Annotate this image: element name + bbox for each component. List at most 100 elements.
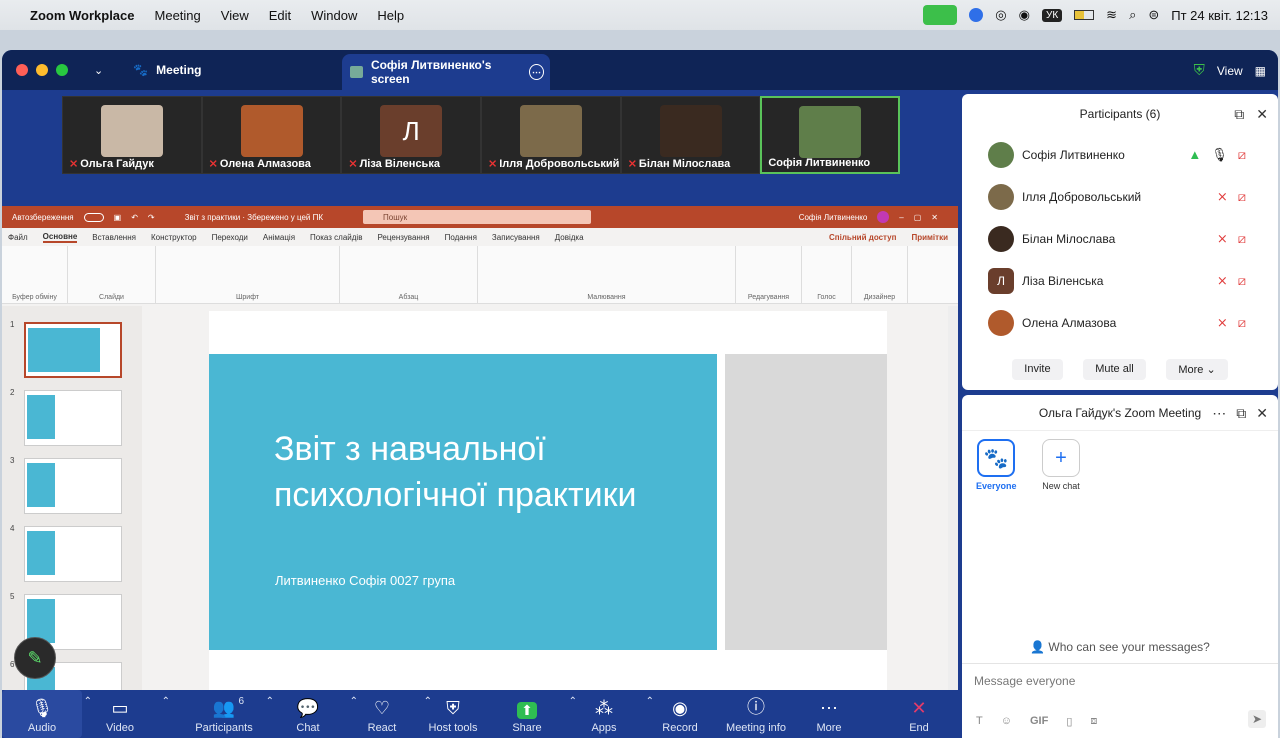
menu-edit[interactable]: Edit: [269, 8, 291, 23]
ppt-tab: Переходи: [211, 232, 248, 242]
emoji-icon[interactable]: ☺: [1001, 715, 1012, 728]
toolbar-label: Apps: [591, 722, 617, 734]
ribbon-group-label: Редагування: [747, 294, 790, 301]
annotate-pencil-icon[interactable]: ✎: [14, 637, 56, 679]
ppt-tab: Конструктор: [150, 232, 197, 242]
toolbar-label: Host tools: [428, 722, 478, 734]
format-text-icon[interactable]: T: [976, 715, 983, 728]
messenger-icon[interactable]: ◉: [1019, 7, 1030, 23]
view-button[interactable]: View: [1217, 64, 1243, 78]
menu-help[interactable]: Help: [377, 8, 404, 23]
ribbon-group: Буфер обміну: [2, 246, 68, 303]
send-icon[interactable]: ➤: [1247, 710, 1266, 728]
react-icon: ♡: [373, 698, 391, 718]
end-icon: ✕: [911, 698, 927, 718]
toolbar-end-button[interactable]: ✕ End: [879, 690, 959, 738]
toolbar-apps-button[interactable]: ⁂ Apps ⌃: [564, 690, 654, 738]
slide-thumbnail: [24, 458, 122, 514]
ribbon-group-label: Абзац: [398, 294, 419, 301]
menu-meeting[interactable]: Meeting: [155, 8, 201, 23]
participant-row[interactable]: Софія Литвиненко ▲ 🎙 ⧄: [962, 134, 1278, 176]
language-indicator[interactable]: УК: [1041, 8, 1063, 22]
video-thumbnail[interactable]: ⨯ Ольга Гайдук: [62, 96, 202, 174]
slide-thumbnail-art: [28, 328, 100, 372]
meeting-info-icon: ⓘ: [747, 697, 765, 717]
participant-row[interactable]: Л Ліза Віленська ⨯ ⧄: [962, 260, 1278, 302]
toolbar-chat-button[interactable]: 💬 Chat ⌃: [268, 690, 358, 738]
participant-row[interactable]: Ілля Добровольський ⨯ ⧄: [962, 176, 1278, 218]
toolbar-more-button[interactable]: ⋯ More: [789, 690, 869, 738]
tab-meeting[interactable]: 🐾 Meeting: [133, 63, 201, 77]
minimize-window-button[interactable]: [36, 64, 48, 76]
security-shield-icon[interactable]: ⛨: [1194, 62, 1205, 79]
more-options-icon[interactable]: ⋯: [529, 64, 544, 80]
zoom-paw-icon: 🐾: [133, 63, 149, 77]
file-icon[interactable]: ▯: [1066, 715, 1072, 728]
gif-icon[interactable]: GIF: [1030, 715, 1048, 728]
toolbar-record-button[interactable]: ◉ Record: [640, 690, 720, 738]
tab-shared-screen[interactable]: Софія Литвиненко's screen ⋯: [342, 54, 550, 90]
control-center-icon[interactable]: ⊜: [1148, 7, 1159, 23]
chat-panel: Ольга Гайдук's Zoom Meeting ⋯ ⧉ ✕ 🐾 Everyo…: [962, 395, 1278, 738]
video-thumbnail[interactable]: ⨯ Олена Алмазова: [201, 96, 342, 174]
chevron-up-icon[interactable]: ⌃: [162, 696, 170, 707]
more-options-icon[interactable]: ⋯: [1212, 405, 1226, 422]
message-input[interactable]: Message everyone T ☺ GIF ▯ ⧈ ➤: [962, 663, 1278, 738]
ribbon-group-label: Шрифт: [235, 294, 260, 301]
menu-view[interactable]: View: [221, 8, 249, 23]
participant-name-tag: ⨯ Білан Мілослава: [628, 157, 731, 170]
zoom-titlebar: ⌄ 🐾 Meeting Софія Литвиненко's screen ⋯ …: [2, 50, 1278, 90]
toolbar-react-button[interactable]: ♡ React ⌃: [342, 690, 432, 738]
toolbar-video-button[interactable]: ▭ Video ⌃: [80, 690, 170, 738]
toolbar-participants-button[interactable]: 👥 Participants 6 ⌃: [184, 690, 274, 738]
close-icon[interactable]: ✕: [1256, 405, 1268, 422]
app-name[interactable]: Zoom Workplace: [30, 8, 135, 23]
video-thumbnail[interactable]: Л ⨯ Ліза Віленська: [341, 96, 482, 174]
ppt-tab: Файл: [8, 232, 28, 242]
ppt-autosave: Автозбереження: [12, 212, 74, 222]
toolbar-host-tools-button[interactable]: ⛨ Host tools: [413, 690, 493, 738]
toolbar-share-button[interactable]: ⬆ Share ⌃: [487, 690, 577, 738]
video-thumbnail[interactable]: ⨯ Білан Мілослава: [620, 96, 761, 174]
screenshot-icon[interactable]: ⧈: [1090, 715, 1097, 728]
video-thumbnail[interactable]: ⨯ Ілля Добровольський: [481, 96, 621, 174]
slide-number: 5: [10, 592, 15, 601]
search-icon[interactable]: ⌕: [1129, 7, 1136, 23]
apps-icon: ⁂: [595, 698, 613, 718]
who-can-see-link[interactable]: 👤 Who can see your messages?: [962, 640, 1278, 654]
chevron-down-icon[interactable]: ⌄: [94, 64, 103, 77]
chat-tab-everyone[interactable]: 🐾 Everyone: [976, 439, 1017, 491]
viber-icon[interactable]: ◎: [995, 7, 1006, 23]
invite-button[interactable]: Invite: [1012, 359, 1063, 380]
menu-window[interactable]: Window: [311, 8, 357, 23]
toolbar-audio-button[interactable]: 🎙 Audio ⌃: [2, 690, 92, 738]
zoom-window-button[interactable]: [56, 64, 68, 76]
ribbon-group-label: Слайди: [99, 294, 124, 301]
view-grid-icon[interactable]: ▦: [1255, 64, 1266, 78]
ppt-user: Софія Литвиненко: [798, 212, 868, 222]
battery-icon[interactable]: [1074, 10, 1095, 20]
more-button[interactable]: More ⌄: [1166, 359, 1228, 380]
camera-status-icon[interactable]: [923, 5, 958, 25]
slide-background: Звіт з навчальної психологічної практики…: [209, 354, 717, 650]
new-chat-button[interactable]: + New chat: [1042, 439, 1080, 491]
toolbar-meeting-info-button[interactable]: ⓘ Meeting info: [716, 690, 796, 738]
popout-icon[interactable]: ⧉: [1236, 405, 1246, 422]
save-icon: ▣: [113, 212, 122, 222]
participant-row[interactable]: Олена Алмазова ⨯ ⧄: [962, 302, 1278, 344]
participant-name: Олена Алмазова: [1022, 316, 1117, 330]
participant-name: Ілля Добровольський: [499, 158, 620, 170]
slide-thumbnail: [24, 390, 122, 446]
video-thumbnail[interactable]: Софія Литвиненко: [760, 96, 901, 174]
close-window-button[interactable]: [16, 64, 28, 76]
wifi-icon[interactable]: ≋: [1106, 7, 1117, 23]
participant-row[interactable]: Білан Мілослава ⨯ ⧄: [962, 218, 1278, 260]
chat-tab-everyone-label: Everyone: [976, 481, 1017, 491]
avatar: [988, 226, 1014, 252]
mute-all-button[interactable]: Mute all: [1083, 359, 1146, 380]
undo-icon: ↶: [131, 212, 138, 222]
popout-icon[interactable]: ⧉: [1234, 106, 1244, 123]
close-icon[interactable]: ✕: [1256, 106, 1268, 123]
zoom-tray-icon[interactable]: [969, 8, 984, 22]
datetime[interactable]: Пт 24 квіт. 12:13: [1171, 8, 1268, 23]
